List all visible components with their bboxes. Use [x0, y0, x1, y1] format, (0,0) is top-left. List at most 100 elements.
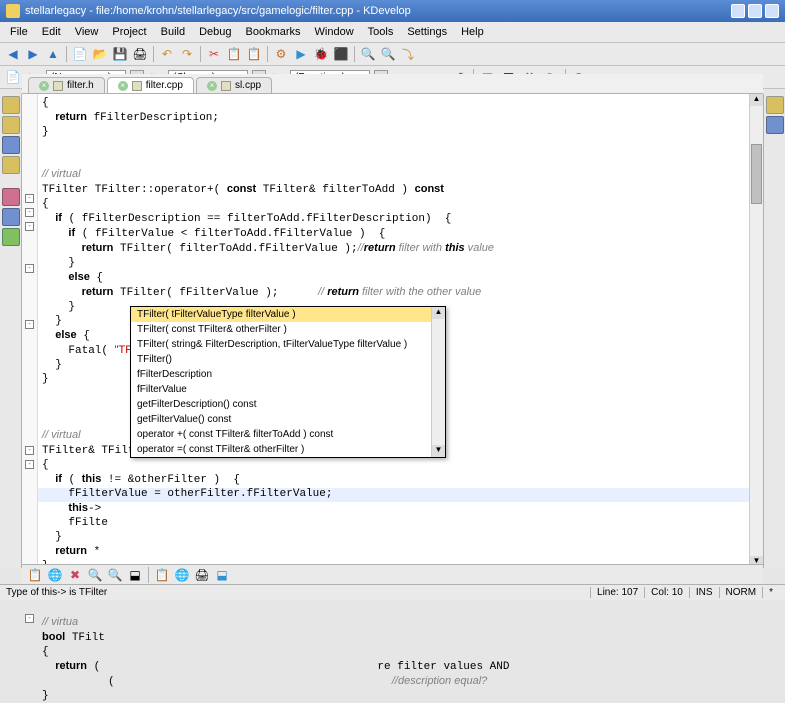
print-button[interactable]: 🖨: [131, 45, 149, 63]
autocomplete-item[interactable]: getFilterDescription() const: [131, 397, 445, 412]
forward-button[interactable]: ▶: [24, 45, 42, 63]
menu-debug[interactable]: Debug: [193, 24, 237, 40]
autocomplete-item[interactable]: getFilterValue() const: [131, 412, 445, 427]
find-results-button[interactable]: 🔍: [86, 566, 104, 584]
autocomplete-item[interactable]: fFilterDescription: [131, 367, 445, 382]
sidebar-breakpoints-icon[interactable]: [2, 188, 20, 206]
fold-toggle[interactable]: -: [25, 194, 34, 203]
tab-sl-cpp[interactable]: × sl.cpp: [196, 77, 272, 93]
gdb-button[interactable]: 🖨: [193, 566, 211, 584]
right-tool-sidebar: [763, 94, 785, 568]
autocomplete-popup[interactable]: TFilter( tFilterValueType filterValue )T…: [130, 306, 446, 458]
maximize-button[interactable]: [748, 4, 762, 18]
sidebar-bookmarks-icon[interactable]: [2, 136, 20, 154]
scroll-up-icon[interactable]: ▲: [432, 307, 445, 319]
fold-toggle[interactable]: -: [25, 264, 34, 273]
close-button[interactable]: [765, 4, 779, 18]
cut-button[interactable]: ✂: [205, 45, 223, 63]
menu-build[interactable]: Build: [155, 24, 191, 40]
fold-toggle[interactable]: -: [25, 446, 34, 455]
sidebar-files-icon[interactable]: [2, 116, 20, 134]
goto-button[interactable]: ⤵: [399, 45, 417, 63]
menu-settings[interactable]: Settings: [401, 24, 453, 40]
sidebar-classes-icon[interactable]: [2, 96, 20, 114]
new-file-button[interactable]: 📄: [71, 45, 89, 63]
open-button[interactable]: 📂: [91, 45, 109, 63]
scroll-up-icon[interactable]: ▲: [750, 94, 763, 106]
fold-toggle[interactable]: -: [25, 222, 34, 231]
scrollbar-thumb[interactable]: [751, 144, 762, 204]
fold-toggle[interactable]: -: [25, 208, 34, 217]
close-tab-icon[interactable]: ×: [118, 81, 128, 91]
menu-tools[interactable]: Tools: [362, 24, 400, 40]
tab-label: filter.cpp: [146, 80, 183, 91]
autocomplete-item[interactable]: operator =( const TFilter& otherFilter ): [131, 442, 445, 457]
editor-tabs: × filter.h × filter.cpp × sl.cpp: [22, 74, 763, 94]
status-modified: *: [762, 587, 779, 598]
paste-button[interactable]: 📋: [245, 45, 263, 63]
konsole-button[interactable]: 🌐: [46, 566, 64, 584]
close-tab-icon[interactable]: ×: [207, 81, 217, 91]
messages-button[interactable]: ✖: [66, 566, 84, 584]
autocomplete-item[interactable]: TFilter(): [131, 352, 445, 367]
scroll-down-icon[interactable]: ▼: [432, 445, 445, 457]
autocomplete-item[interactable]: fFilterValue: [131, 382, 445, 397]
menu-edit[interactable]: Edit: [36, 24, 67, 40]
save-button[interactable]: 💾: [111, 45, 129, 63]
menu-file[interactable]: File: [4, 24, 34, 40]
app-output-button[interactable]: 📋: [153, 566, 171, 584]
copy-button[interactable]: 📋: [225, 45, 243, 63]
tab-filter-h[interactable]: × filter.h: [28, 77, 105, 93]
fold-toggle[interactable]: -: [25, 460, 34, 469]
back-button[interactable]: ◀: [4, 45, 22, 63]
run-button[interactable]: ▶: [292, 45, 310, 63]
undo-button[interactable]: ↶: [158, 45, 176, 63]
menu-view[interactable]: View: [69, 24, 105, 40]
separator: [153, 46, 154, 62]
redo-button[interactable]: ↷: [178, 45, 196, 63]
sidebar-right-icon-2[interactable]: [766, 116, 784, 134]
fold-gutter[interactable]: - - - - - - - -: [22, 94, 38, 568]
find-button[interactable]: 🔍: [359, 45, 377, 63]
status-col: Col: 10: [644, 587, 689, 598]
file-icon: [53, 81, 63, 91]
status-edit-mode: NORM: [719, 587, 763, 598]
menu-project[interactable]: Project: [106, 24, 152, 40]
fold-toggle[interactable]: -: [25, 320, 34, 329]
debug-button[interactable]: 🐞: [312, 45, 330, 63]
autocomplete-item[interactable]: TFilter( string& FilterDescription, tFil…: [131, 337, 445, 352]
menu-bookmarks[interactable]: Bookmarks: [240, 24, 307, 40]
bottom-toolbar: 📋 🌐 ✖ 🔍 🔍 ⬓ 📋 🌐 🖨 ⬓: [22, 564, 763, 584]
menu-window[interactable]: Window: [309, 24, 360, 40]
autocomplete-item[interactable]: TFilter( const TFilter& otherFilter ): [131, 322, 445, 337]
autocomplete-item[interactable]: TFilter( tFilterValueType filterValue ): [131, 307, 445, 322]
status-message: Type of this-> is TFilter: [6, 587, 590, 598]
output-button[interactable]: 📋: [26, 566, 44, 584]
replace-button[interactable]: 🔍: [379, 45, 397, 63]
vertical-scrollbar[interactable]: ▲ ▼: [749, 94, 763, 568]
build-button[interactable]: ⚙: [272, 45, 290, 63]
stop-button[interactable]: ⬛: [332, 45, 350, 63]
minimize-button[interactable]: [731, 4, 745, 18]
valgrind-button[interactable]: 🌐: [173, 566, 191, 584]
tab-label: filter.h: [67, 80, 94, 91]
up-button[interactable]: ▲: [44, 45, 62, 63]
fold-toggle[interactable]: -: [25, 614, 34, 623]
sidebar-star-icon[interactable]: [2, 156, 20, 174]
close-tab-icon[interactable]: ×: [39, 81, 49, 91]
replace-results-button[interactable]: 🔍: [106, 566, 124, 584]
sidebar-frames-icon[interactable]: [2, 228, 20, 246]
home-button[interactable]: 📄: [4, 68, 22, 86]
autocomplete-item[interactable]: operator +( const TFilter& filterToAdd )…: [131, 427, 445, 442]
sidebar-right-icon-1[interactable]: [766, 96, 784, 114]
menu-help[interactable]: Help: [455, 24, 490, 40]
ctags-button[interactable]: ⬓: [213, 566, 231, 584]
main-toolbar: ◀ ▶ ▲ 📄 📂 💾 🖨 ↶ ↷ ✂ 📋 📋 ⚙ ▶ 🐞 ⬛ 🔍 🔍 ⤵: [0, 43, 785, 66]
menu-bar: File Edit View Project Build Debug Bookm…: [0, 22, 785, 43]
status-bar: Type of this-> is TFilter Line: 107 Col:…: [0, 584, 785, 600]
diff-output-button[interactable]: ⬓: [126, 566, 144, 584]
autocomplete-scrollbar[interactable]: ▲ ▼: [431, 307, 445, 457]
sidebar-variables-icon[interactable]: [2, 208, 20, 226]
left-tool-sidebar: [0, 94, 22, 568]
tab-filter-cpp[interactable]: × filter.cpp: [107, 77, 194, 93]
